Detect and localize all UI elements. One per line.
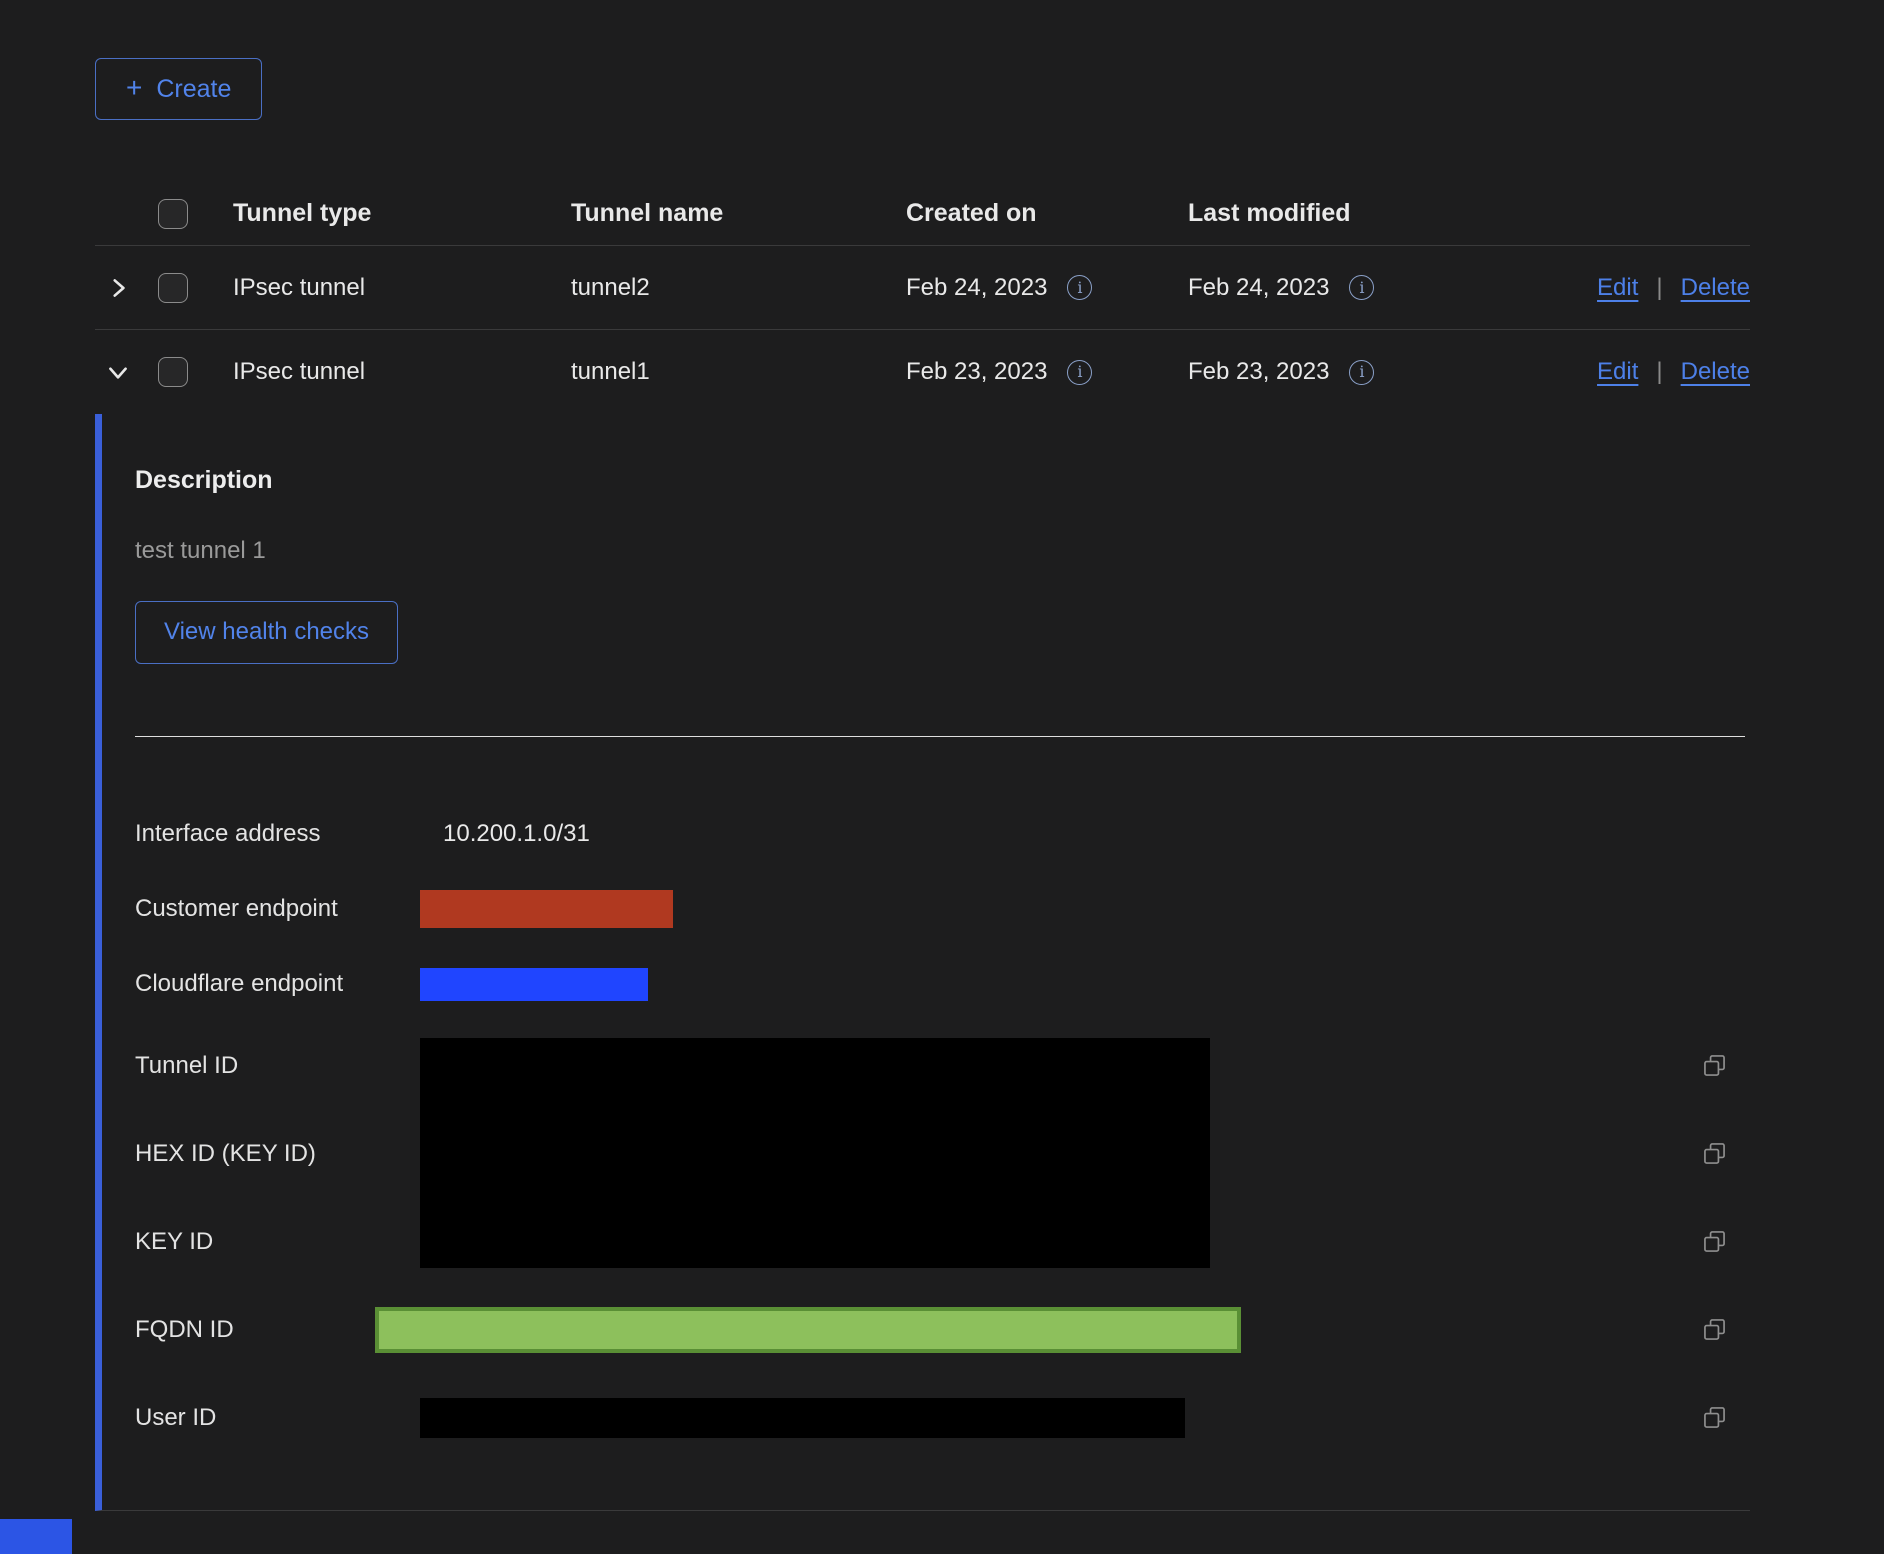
cell-tunnel-type: IPsec tunnel <box>225 358 563 386</box>
cell-created-on: Feb 24, 2023 <box>906 274 1047 302</box>
ipsec-tunnels-page: + Create Tunnel type Tunnel name Created… <box>0 0 1884 1554</box>
chevron-down-icon[interactable] <box>105 359 131 385</box>
cell-last-modified: Feb 24, 2023 <box>1188 274 1329 302</box>
cell-tunnel-name: tunnel1 <box>563 358 898 386</box>
field-fqdn-id: FQDN ID <box>135 1286 1750 1374</box>
field-customer-endpoint: Customer endpoint <box>135 872 1750 947</box>
tunnels-table: Tunnel type Tunnel name Created on Last … <box>95 182 1750 1511</box>
field-label: Customer endpoint <box>135 895 420 923</box>
page-content: + Create Tunnel type Tunnel name Created… <box>95 58 1750 1511</box>
header-tunnel-name: Tunnel name <box>563 199 898 228</box>
field-tunnel-id: Tunnel ID <box>135 1022 1750 1110</box>
action-separator: | <box>1656 358 1662 386</box>
cell-tunnel-name: tunnel2 <box>563 274 898 302</box>
table-row-tunnel1: IPsec tunnel tunnel1 Feb 23, 2023 i Feb … <box>95 330 1750 414</box>
field-id-group: Tunnel ID HEX ID (KEY ID) <box>135 1022 1750 1286</box>
delete-link[interactable]: Delete <box>1681 358 1750 386</box>
field-label: KEY ID <box>135 1228 420 1256</box>
copy-icon[interactable] <box>1701 1140 1728 1167</box>
copy-icon[interactable] <box>1701 1052 1728 1079</box>
cell-tunnel-type: IPsec tunnel <box>225 274 563 302</box>
create-button-label: Create <box>156 74 231 104</box>
field-cloudflare-endpoint: Cloudflare endpoint <box>135 947 1750 1022</box>
info-icon[interactable]: i <box>1349 360 1374 385</box>
field-label: HEX ID (KEY ID) <box>135 1140 420 1168</box>
create-button[interactable]: + Create <box>95 58 262 120</box>
bottom-blue-bar <box>0 1519 72 1554</box>
select-all-checkbox[interactable] <box>158 199 188 229</box>
header-tunnel-type: Tunnel type <box>225 199 563 228</box>
redacted-cloudflare-endpoint-value <box>420 968 648 1001</box>
interface-address-value: 10.200.1.0/31 <box>420 820 590 848</box>
redacted-user-id-value <box>420 1398 1185 1438</box>
delete-link[interactable]: Delete <box>1681 274 1750 302</box>
detail-fields: Interface address 10.200.1.0/31 Customer… <box>135 797 1750 1462</box>
copy-icon[interactable] <box>1701 1316 1728 1343</box>
edit-link[interactable]: Edit <box>1597 358 1638 386</box>
redacted-customer-endpoint-value <box>420 890 673 928</box>
copy-icon[interactable] <box>1701 1404 1728 1431</box>
edit-link[interactable]: Edit <box>1597 274 1638 302</box>
header-created-on: Created on <box>898 199 1180 228</box>
info-icon[interactable]: i <box>1349 275 1374 300</box>
copy-icon[interactable] <box>1701 1228 1728 1255</box>
detail-divider <box>135 736 1745 737</box>
action-separator: | <box>1656 274 1662 302</box>
field-key-id: KEY ID <box>135 1198 1750 1286</box>
redacted-fqdn-id-value <box>375 1307 1241 1353</box>
field-label: Tunnel ID <box>135 1052 420 1080</box>
info-icon[interactable]: i <box>1067 360 1092 385</box>
description-label: Description <box>135 466 1750 495</box>
field-interface-address: Interface address 10.200.1.0/31 <box>135 797 1750 872</box>
info-icon[interactable]: i <box>1067 275 1092 300</box>
plus-icon: + <box>126 74 142 102</box>
field-hex-id: HEX ID (KEY ID) <box>135 1110 1750 1198</box>
tunnel-detail-panel: Description test tunnel 1 View health ch… <box>95 414 1750 1511</box>
field-user-id: User ID <box>135 1374 1750 1462</box>
table-header-row: Tunnel type Tunnel name Created on Last … <box>95 182 1750 246</box>
header-last-modified: Last modified <box>1180 199 1480 228</box>
view-health-checks-button[interactable]: View health checks <box>135 601 398 664</box>
row-checkbox[interactable] <box>158 273 188 303</box>
cell-last-modified: Feb 23, 2023 <box>1188 358 1329 386</box>
field-label: User ID <box>135 1404 420 1432</box>
row-checkbox[interactable] <box>158 357 188 387</box>
chevron-right-icon[interactable] <box>105 275 131 301</box>
cell-created-on: Feb 23, 2023 <box>906 358 1047 386</box>
field-label: Cloudflare endpoint <box>135 970 420 998</box>
description-value: test tunnel 1 <box>135 537 1750 565</box>
table-row-tunnel2: IPsec tunnel tunnel2 Feb 24, 2023 i Feb … <box>95 246 1750 330</box>
field-label: Interface address <box>135 820 420 848</box>
